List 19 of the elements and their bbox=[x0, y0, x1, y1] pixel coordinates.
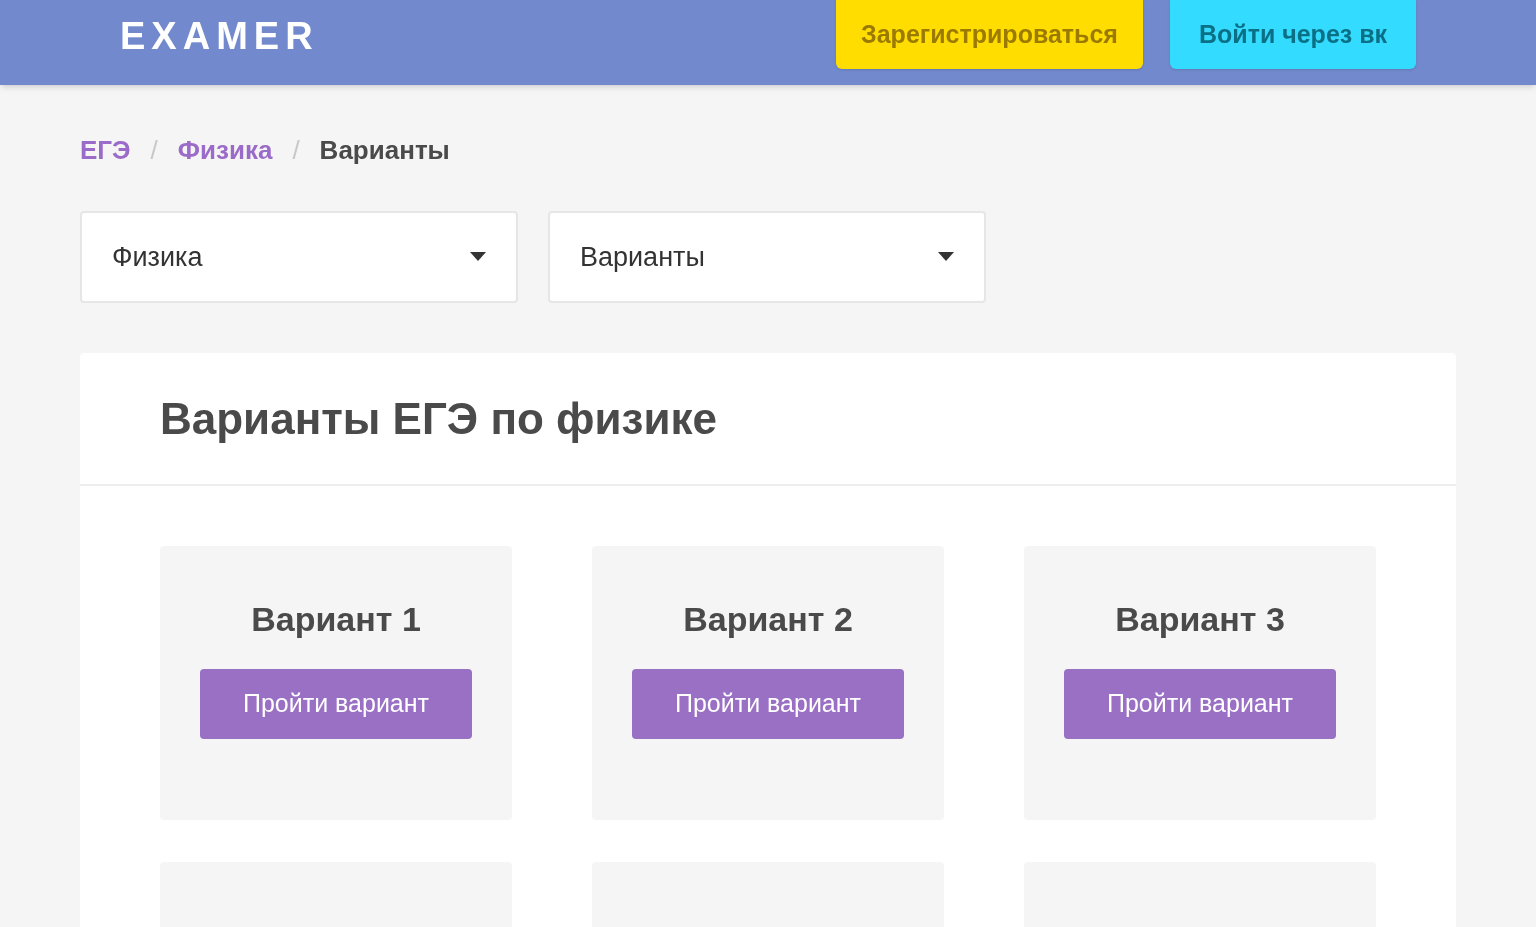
breadcrumb-separator: / bbox=[292, 133, 300, 167]
caret-icon bbox=[470, 252, 486, 262]
vk-login-button[interactable]: Войти через вк bbox=[1170, 0, 1416, 69]
logo[interactable]: EXAMER bbox=[120, 14, 319, 58]
start-variant-button[interactable]: Пройти вариант bbox=[200, 669, 472, 739]
breadcrumb-link[interactable]: ЕГЭ bbox=[80, 130, 131, 170]
breadcrumb-link[interactable]: Физика bbox=[177, 130, 273, 170]
caret-icon bbox=[938, 252, 954, 262]
dropdown-select[interactable]: Физика bbox=[80, 211, 518, 303]
variant-title: Вариант 3 bbox=[1115, 599, 1285, 640]
breadcrumb-separator: / bbox=[150, 133, 158, 167]
variant-title: Вариант 1 bbox=[251, 599, 421, 640]
start-variant-button[interactable]: Пройти вариант bbox=[632, 669, 904, 739]
breadcrumb-current: Варианты bbox=[319, 133, 450, 167]
dropdown-select[interactable]: Варианты bbox=[548, 211, 986, 303]
panel-title: Варианты ЕГЭ по физике bbox=[160, 392, 718, 445]
start-variant-button[interactable]: Пройти вариант bbox=[1064, 669, 1336, 739]
register-button[interactable]: Зарегистрироваться bbox=[836, 0, 1143, 69]
variant-title: Вариант 2 bbox=[683, 599, 853, 640]
